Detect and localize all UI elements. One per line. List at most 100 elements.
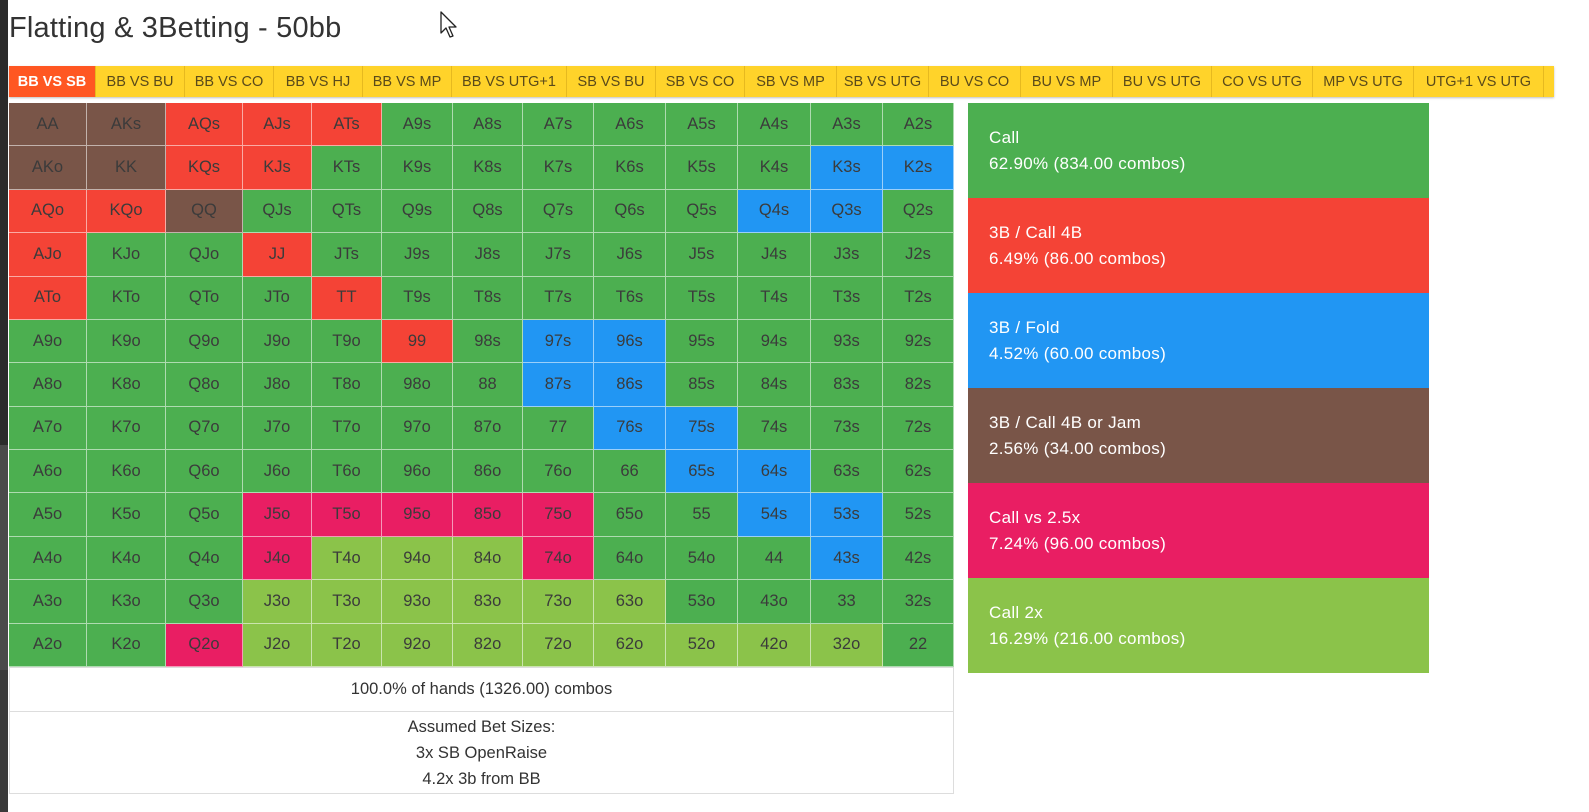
hand-cell-T2o[interactable]: T2o [312, 623, 382, 667]
hand-cell-63s[interactable]: 63s [811, 450, 883, 494]
hand-cell-J4o[interactable]: J4o [243, 536, 312, 581]
hand-cell-87s[interactable]: 87s [523, 363, 594, 407]
hand-cell-K6o[interactable]: K6o [87, 450, 166, 494]
hand-cell-Q7o[interactable]: Q7o [166, 406, 243, 451]
hand-cell-Q2s[interactable]: Q2s [883, 189, 954, 234]
hand-cell-TT[interactable]: TT [312, 276, 382, 320]
tab-mp-vs-utg[interactable]: MP VS UTG [1313, 66, 1414, 97]
hand-cell-A6o[interactable]: A6o [9, 450, 87, 494]
hand-cell-JTo[interactable]: JTo [243, 276, 312, 320]
hand-cell-J3s[interactable]: J3s [811, 233, 883, 277]
hand-cell-54o[interactable]: 54o [666, 536, 738, 581]
hand-cell-K4s[interactable]: K4s [738, 146, 811, 190]
hand-cell-AKs[interactable]: AKs [87, 103, 166, 147]
hand-cell-22[interactable]: 22 [883, 623, 954, 667]
hand-cell-A8o[interactable]: A8o [9, 363, 87, 407]
hand-cell-K8o[interactable]: K8o [87, 363, 166, 407]
hand-cell-K2o[interactable]: K2o [87, 623, 166, 667]
hand-cell-95o[interactable]: 95o [382, 493, 453, 537]
hand-cell-42s[interactable]: 42s [883, 536, 954, 581]
hand-cell-74o[interactable]: 74o [523, 536, 594, 581]
legend-item-call-2x[interactable]: Call 2x 16.29% (216.00 combos) [968, 578, 1429, 673]
hand-cell-KJo[interactable]: KJo [87, 233, 166, 277]
hand-cell-32o[interactable]: 32o [811, 623, 883, 667]
hand-cell-K9s[interactable]: K9s [382, 146, 453, 190]
hand-cell-QTs[interactable]: QTs [312, 189, 382, 234]
hand-cell-A2o[interactable]: A2o [9, 623, 87, 667]
hand-cell-T5o[interactable]: T5o [312, 493, 382, 537]
hand-cell-J6o[interactable]: J6o [243, 450, 312, 494]
hand-cell-KQs[interactable]: KQs [166, 146, 243, 190]
tab-bu-vs-co[interactable]: BU VS CO [929, 66, 1021, 97]
hand-cell-KJs[interactable]: KJs [243, 146, 312, 190]
hand-cell-72s[interactable]: 72s [883, 406, 954, 451]
hand-cell-T8o[interactable]: T8o [312, 363, 382, 407]
hand-cell-K5o[interactable]: K5o [87, 493, 166, 537]
hand-cell-Q9s[interactable]: Q9s [382, 189, 453, 234]
legend-item-3b-call-4b-or-jam[interactable]: 3B / Call 4B or Jam 2.56% (34.00 combos) [968, 388, 1429, 483]
hand-cell-83s[interactable]: 83s [811, 363, 883, 407]
hand-cell-86s[interactable]: 86s [594, 363, 666, 407]
hand-cell-AQo[interactable]: AQo [9, 189, 87, 234]
hand-cell-K5s[interactable]: K5s [666, 146, 738, 190]
hand-cell-T9s[interactable]: T9s [382, 276, 453, 320]
hand-cell-86o[interactable]: 86o [453, 450, 523, 494]
hand-cell-93o[interactable]: 93o [382, 580, 453, 624]
hand-cell-J3o[interactable]: J3o [243, 580, 312, 624]
hand-cell-K4o[interactable]: K4o [87, 536, 166, 581]
hand-cell-43s[interactable]: 43s [811, 536, 883, 581]
hand-cell-T3o[interactable]: T3o [312, 580, 382, 624]
hand-cell-K9o[interactable]: K9o [87, 319, 166, 364]
hand-cell-K7o[interactable]: K7o [87, 406, 166, 451]
hand-cell-J5o[interactable]: J5o [243, 493, 312, 537]
hand-cell-T9o[interactable]: T9o [312, 319, 382, 364]
hand-cell-98s[interactable]: 98s [453, 319, 523, 364]
hand-cell-83o[interactable]: 83o [453, 580, 523, 624]
hand-cell-QJo[interactable]: QJo [166, 233, 243, 277]
hand-cell-63o[interactable]: 63o [594, 580, 666, 624]
hand-cell-64o[interactable]: 64o [594, 536, 666, 581]
hand-cell-A8s[interactable]: A8s [453, 103, 523, 147]
hand-cell-Q8o[interactable]: Q8o [166, 363, 243, 407]
hand-cell-Q2o[interactable]: Q2o [166, 623, 243, 667]
hand-cell-T8s[interactable]: T8s [453, 276, 523, 320]
hand-cell-Q6o[interactable]: Q6o [166, 450, 243, 494]
hand-cell-82s[interactable]: 82s [883, 363, 954, 407]
hand-cell-96o[interactable]: 96o [382, 450, 453, 494]
hand-cell-52s[interactable]: 52s [883, 493, 954, 537]
hand-cell-Q8s[interactable]: Q8s [453, 189, 523, 234]
legend-item-call[interactable]: Call 62.90% (834.00 combos) [968, 103, 1429, 198]
hand-cell-T7s[interactable]: T7s [523, 276, 594, 320]
hand-cell-87o[interactable]: 87o [453, 406, 523, 451]
hand-cell-KQo[interactable]: KQo [87, 189, 166, 234]
hand-cell-QJs[interactable]: QJs [243, 189, 312, 234]
hand-cell-97s[interactable]: 97s [523, 319, 594, 364]
hand-cell-A3s[interactable]: A3s [811, 103, 883, 147]
hand-cell-J9o[interactable]: J9o [243, 319, 312, 364]
hand-cell-A7o[interactable]: A7o [9, 406, 87, 451]
hand-cell-75o[interactable]: 75o [523, 493, 594, 537]
hand-cell-62o[interactable]: 62o [594, 623, 666, 667]
hand-cell-K6s[interactable]: K6s [594, 146, 666, 190]
hand-cell-J8s[interactable]: J8s [453, 233, 523, 277]
hand-cell-99[interactable]: 99 [382, 319, 453, 364]
hand-cell-KK[interactable]: KK [87, 146, 166, 190]
hand-cell-85o[interactable]: 85o [453, 493, 523, 537]
hand-cell-J5s[interactable]: J5s [666, 233, 738, 277]
tab-bb-vs-mp[interactable]: BB VS MP [363, 66, 452, 97]
hand-cell-Q6s[interactable]: Q6s [594, 189, 666, 234]
hand-cell-T6s[interactable]: T6s [594, 276, 666, 320]
hand-cell-72o[interactable]: 72o [523, 623, 594, 667]
hand-cell-K2s[interactable]: K2s [883, 146, 954, 190]
hand-cell-AJo[interactable]: AJo [9, 233, 87, 277]
hand-cell-AJs[interactable]: AJs [243, 103, 312, 147]
hand-cell-65s[interactable]: 65s [666, 450, 738, 494]
hand-cell-55[interactable]: 55 [666, 493, 738, 537]
legend-item-3b-call-4b[interactable]: 3B / Call 4B 6.49% (86.00 combos) [968, 198, 1429, 293]
hand-cell-T4s[interactable]: T4s [738, 276, 811, 320]
legend-item-3b-fold[interactable]: 3B / Fold 4.52% (60.00 combos) [968, 293, 1429, 388]
tab-sb-vs-co[interactable]: SB VS CO [656, 66, 745, 97]
hand-cell-84o[interactable]: 84o [453, 536, 523, 581]
tab-sb-vs-utg[interactable]: SB VS UTG [837, 66, 929, 97]
tab-bb-vs-utgplus1[interactable]: BB VS UTG+1 [452, 66, 567, 97]
